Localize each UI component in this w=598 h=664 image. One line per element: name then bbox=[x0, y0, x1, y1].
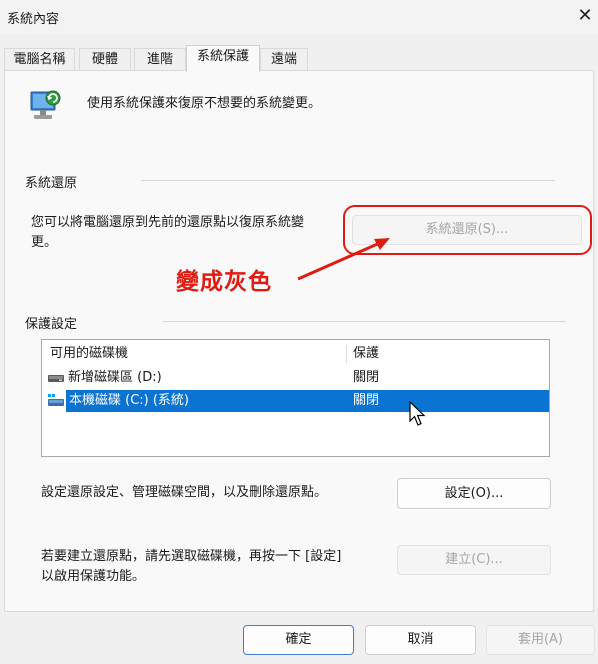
arrow-icon bbox=[297, 238, 390, 281]
window-title: 系統內容 bbox=[7, 12, 60, 27]
restore-description-line1: 您可以將電腦還原到先前的還原點以復原系統變 bbox=[31, 215, 305, 230]
group-divider bbox=[141, 180, 555, 181]
tab-hardware[interactable]: 硬體 bbox=[79, 48, 131, 70]
create-description-line1: 若要建立還原點，請先選取磁碟機，再按一下 [設定] bbox=[41, 549, 342, 564]
column-header-protection[interactable]: 保護 bbox=[353, 343, 379, 365]
system-restore-group-label: 系統還原 bbox=[25, 176, 78, 191]
list-item[interactable]: 新增磁碟區 (D:) 關閉 bbox=[42, 367, 549, 389]
drive-list[interactable]: 可用的磁碟機 保護 新增磁碟區 (D:) 關閉 本機磁碟 (C:) (系統) 關… bbox=[41, 339, 550, 457]
column-header-drives[interactable]: 可用的磁碟機 bbox=[50, 343, 128, 365]
create-description-line2: 以啟用保護功能。 bbox=[41, 569, 146, 584]
column-divider bbox=[346, 345, 347, 363]
close-icon[interactable]: ✕ bbox=[573, 4, 597, 28]
list-header: 可用的磁碟機 保護 bbox=[42, 343, 549, 365]
configure-button[interactable]: 設定(O)... bbox=[397, 478, 551, 509]
annotation-text: 變成灰色 bbox=[176, 269, 272, 295]
system-protection-icon bbox=[24, 86, 64, 126]
configure-description: 設定還原設定、管理磁碟空間，以及刪除還原點。 bbox=[41, 485, 328, 500]
intro-text: 使用系統保護來復原不想要的系統變更。 bbox=[87, 96, 322, 111]
apply-button[interactable]: 套用(A) bbox=[486, 625, 595, 655]
mouse-cursor-icon bbox=[409, 401, 426, 426]
drive-name: 新增磁碟區 (D:) bbox=[68, 370, 162, 385]
protection-settings-group-label: 保護設定 bbox=[25, 317, 78, 332]
drive-protection-status: 關閉 bbox=[353, 370, 380, 385]
system-drive-icon bbox=[47, 393, 65, 417]
tab-advanced[interactable]: 進階 bbox=[134, 48, 186, 70]
list-item[interactable]: 本機磁碟 (C:) (系統) 關閉 bbox=[42, 390, 549, 412]
drive-name: 本機磁碟 (C:) (系統) bbox=[69, 393, 190, 408]
tab-system-protection[interactable]: 系統保護 bbox=[186, 45, 260, 72]
ok-button[interactable]: 確定 bbox=[243, 625, 354, 655]
restore-description-line2: 更。 bbox=[31, 235, 58, 250]
cancel-button[interactable]: 取消 bbox=[365, 625, 476, 655]
tab-remote[interactable]: 遠端 bbox=[260, 48, 308, 70]
tab-computer-name[interactable]: 電腦名稱 bbox=[4, 48, 75, 70]
create-button[interactable]: 建立(C)... bbox=[397, 545, 551, 575]
group-divider bbox=[163, 321, 566, 322]
title-bar: 系統內容 ✕ bbox=[0, 0, 598, 34]
drive-protection-status: 關閉 bbox=[353, 393, 380, 408]
